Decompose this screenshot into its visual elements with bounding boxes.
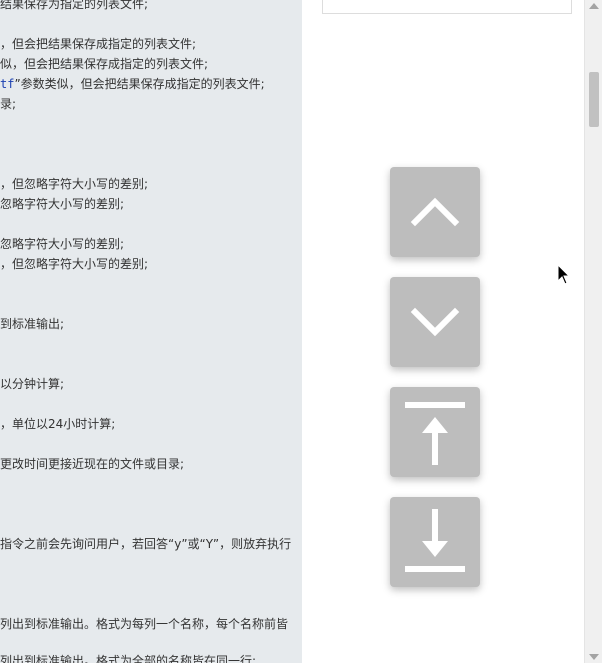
scroll-to-top-button[interactable] — [390, 387, 480, 477]
code-line: 列出到标准输出。格式为每列一个名称，每个名称前皆 — [0, 617, 289, 631]
scroll-up-button[interactable] — [390, 167, 480, 257]
code-keyword: tf — [0, 77, 15, 91]
code-line: 指令之前会先询问用户，若回答“y”或“Y”，则放弃执行 — [0, 537, 292, 551]
code-line: 忽略字符大小写的差别; — [0, 237, 125, 251]
code-text: ”参数类似，但会把结果保存成指定的列表文件; — [14, 77, 265, 91]
code-line: ，但会把结果保存成指定的列表文件; — [0, 37, 197, 51]
code-line: 更改时间更接近现在的文件或目录; — [0, 457, 185, 471]
code-line: 似，但会把结果保存成指定的列表文件; — [0, 57, 209, 71]
mouse-cursor-icon — [557, 264, 571, 285]
code-line: 录; — [0, 97, 17, 111]
code-line: ，但忽略字符大小写的差别; — [0, 257, 149, 271]
code-line: 以分钟计算; — [0, 377, 65, 391]
code-line: 列出到标准输出。格式为全部的名称皆在同一行; — [0, 654, 257, 663]
chevron-down-icon — [410, 307, 460, 337]
scrollbar-down-arrow-icon[interactable] — [589, 654, 599, 660]
right-area — [302, 0, 584, 663]
code-line: ，但忽略字符大小写的差别; — [0, 177, 149, 191]
code-line: tf”参数类似，但会把结果保存成指定的列表文件; — [0, 77, 265, 91]
arrow-to-top-icon — [405, 402, 465, 465]
vertical-scrollbar[interactable] — [584, 0, 602, 663]
scrollbar-thumb[interactable] — [589, 72, 599, 127]
scroll-to-bottom-button[interactable] — [390, 497, 480, 587]
scroll-down-button[interactable] — [390, 277, 480, 367]
code-line: 结果保存为指定的列表文件; — [0, 0, 149, 11]
code-panel: 结果保存为指定的列表文件; ，但会把结果保存成指定的列表文件; 似，但会把结果保… — [0, 0, 302, 663]
scrollbar-up-arrow-icon[interactable] — [589, 3, 599, 9]
chevron-up-icon — [410, 197, 460, 227]
sidebar-box — [322, 0, 572, 14]
arrow-to-bottom-icon — [405, 509, 465, 572]
code-line: 忽略字符大小写的差别; — [0, 197, 125, 211]
code-line: ，单位以24小时计算; — [0, 417, 116, 431]
code-line: 到标准输出; — [0, 317, 65, 331]
